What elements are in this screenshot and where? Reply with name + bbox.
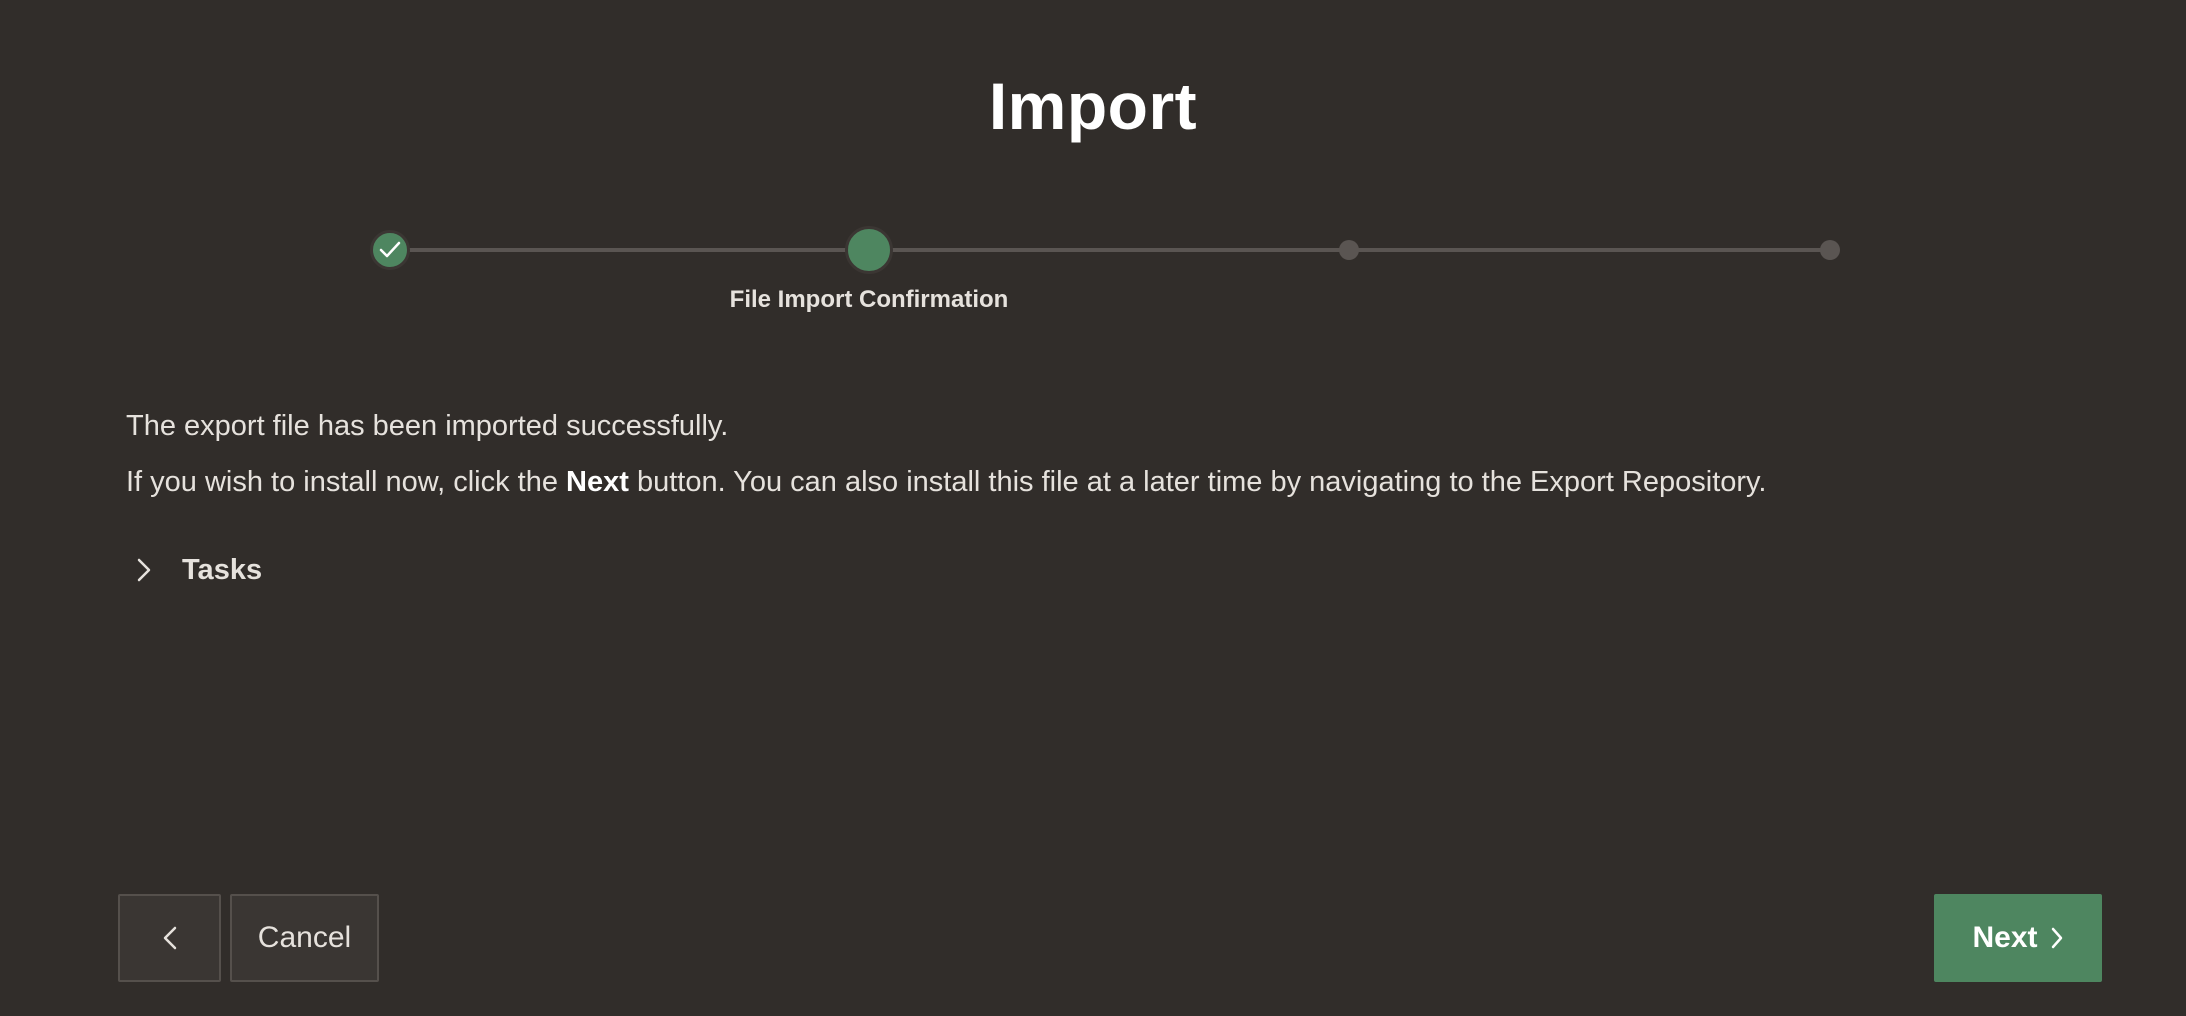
- chevron-left-icon: [162, 925, 178, 951]
- wizard-step-1-completed: [370, 230, 410, 270]
- instructions-next-emphasis: Next: [566, 466, 629, 498]
- cancel-button[interactable]: Cancel: [230, 894, 379, 982]
- next-button-label: Next: [1972, 921, 2038, 954]
- next-button[interactable]: Next: [1934, 894, 2102, 982]
- import-wizard-page: Import File Import Confirmation The expo…: [0, 0, 2186, 1016]
- chevron-right-icon: [126, 548, 182, 592]
- wizard-step-3: [1339, 240, 1359, 260]
- wizard-progress-line: [390, 248, 1830, 252]
- tasks-label: Tasks: [182, 553, 263, 586]
- back-button[interactable]: [118, 894, 221, 982]
- wizard-step-4: [1820, 240, 1840, 260]
- wizard-step-2-current: [845, 226, 893, 274]
- success-message: The export file has been imported succes…: [126, 410, 729, 442]
- instructions-text-end: button. You can also install this file a…: [628, 466, 1767, 498]
- page-title: Import: [988, 69, 1198, 143]
- tasks-collapsible-toggle[interactable]: Tasks: [126, 548, 262, 592]
- current-step-label: File Import Confirmation: [729, 286, 1009, 313]
- instructions-text-start: If you wish to install now, click the: [126, 466, 567, 498]
- check-icon: [378, 240, 402, 260]
- install-instructions: If you wish to install now, click the Ne…: [126, 466, 1766, 499]
- chevron-right-icon: [2050, 926, 2064, 950]
